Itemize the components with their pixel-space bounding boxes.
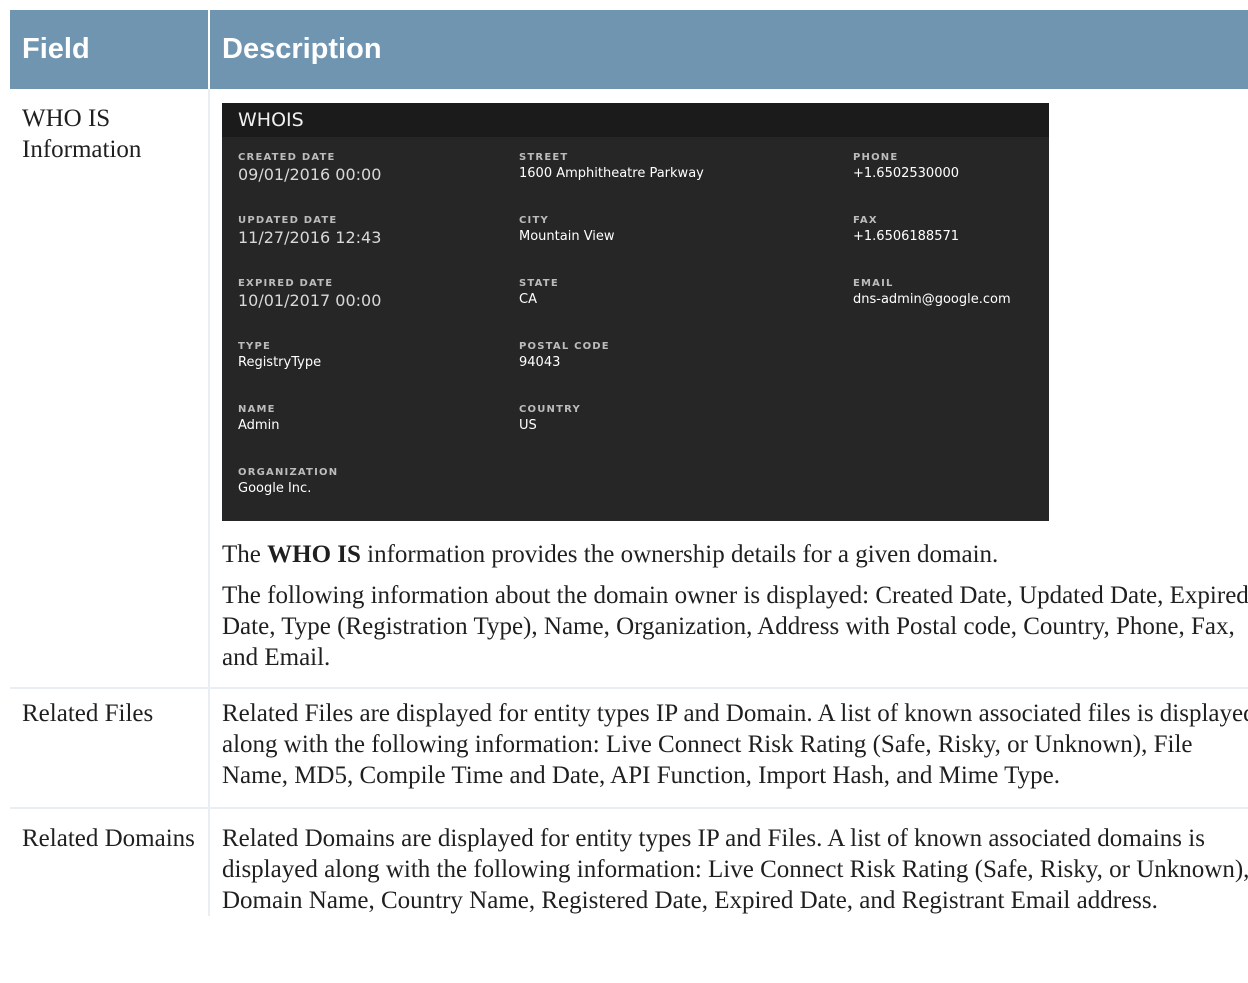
whois-label: CITY: [519, 215, 549, 226]
whois-item: TYPE RegistryType: [238, 340, 381, 403]
whois-item: EXPIRED DATE 10/01/2017 00:00: [238, 277, 381, 340]
whois-item: ORGANIZATION Google Inc.: [238, 466, 381, 529]
description-related-files: Related Files are displayed for entity t…: [209, 687, 1248, 808]
whois-value: 11/27/2016 12:43: [238, 228, 382, 247]
whois-value: US: [519, 418, 537, 433]
whois-label: EMAIL: [853, 278, 894, 289]
table-row-related-files: Related Files Related Files are displaye…: [10, 687, 1248, 808]
whois-item: EMAIL dns-admin@google.com: [853, 277, 1011, 340]
whois-item: PHONE +1.6502530000: [853, 151, 1011, 214]
whois-label: STREET: [519, 152, 569, 163]
header-description: Description: [209, 10, 1248, 89]
whois-value: 10/01/2017 00:00: [238, 291, 382, 310]
whois-value: RegistryType: [238, 355, 322, 370]
header-field: Field: [10, 10, 210, 89]
whois-details-paragraph: The following information about the doma…: [222, 582, 1248, 671]
whois-label: UPDATED DATE: [238, 215, 338, 226]
whois-item: UPDATED DATE 11/27/2016 12:43: [238, 214, 381, 277]
whois-item: CREATED DATE 09/01/2016 00:00: [238, 151, 381, 214]
whois-label: FAX: [853, 215, 878, 226]
whois-item: CITY Mountain View: [519, 214, 704, 277]
whois-item: NAME Admin: [238, 403, 381, 466]
whois-summary-end: information provides the ownership detai…: [360, 541, 999, 568]
description-whois: WHOIS CREATED DATE 09/01/2016 00:00 UPDA…: [209, 89, 1248, 688]
whois-value: 1600 Amphitheatre Parkway: [519, 166, 704, 181]
whois-value: 09/01/2016 00:00: [238, 165, 382, 184]
whois-panel-grid: CREATED DATE 09/01/2016 00:00 UPDATED DA…: [222, 137, 1049, 521]
field-related-files: Related Files: [10, 687, 210, 808]
description-related-domains: Related Domains are displayed for entity…: [209, 807, 1248, 916]
whois-item: FAX +1.6506188571: [853, 214, 1011, 277]
whois-value: dns-admin@google.com: [853, 292, 1011, 307]
whois-value: 94043: [519, 355, 561, 370]
whois-value: +1.6506188571: [853, 229, 960, 244]
whois-summary-start: The: [222, 541, 268, 568]
table-header-row: Field Description: [10, 10, 1248, 89]
whois-label: NAME: [238, 404, 276, 415]
whois-summary-paragraph: The WHO IS information provides the owne…: [222, 539, 1248, 570]
whois-value: CA: [519, 292, 537, 307]
whois-item: STREET 1600 Amphitheatre Parkway: [519, 151, 704, 214]
whois-label: POSTAL CODE: [519, 341, 610, 352]
whois-value: +1.6502530000: [853, 166, 960, 181]
whois-label: CREATED DATE: [238, 152, 336, 163]
whois-value: Google Inc.: [238, 481, 312, 496]
whois-column-contact: PHONE +1.6502530000 FAX +1.6506188571 EM…: [853, 151, 1011, 340]
whois-label: ORGANIZATION: [238, 467, 339, 478]
whois-label: COUNTRY: [519, 404, 581, 415]
whois-item: STATE CA: [519, 277, 704, 340]
whois-item: POSTAL CODE 94043: [519, 340, 704, 403]
whois-label: STATE: [519, 278, 559, 289]
whois-value: Mountain View: [519, 229, 615, 244]
whois-item: COUNTRY US: [519, 403, 704, 466]
whois-column-address: STREET 1600 Amphitheatre Parkway CITY Mo…: [519, 151, 704, 466]
whois-summary-bold: WHO IS: [267, 541, 361, 568]
whois-panel-title: WHOIS: [222, 103, 1049, 137]
whois-label: PHONE: [853, 152, 899, 163]
table-row-related-domains: Related Domains Related Domains are disp…: [10, 807, 1248, 916]
table-row-whois: WHO IS Information WHOIS CREATED DATE 09…: [10, 89, 1248, 688]
whois-label: TYPE: [238, 341, 272, 352]
field-related-domains: Related Domains: [10, 807, 210, 916]
field-whois: WHO IS Information: [10, 89, 210, 688]
whois-value: Admin: [238, 418, 280, 433]
field-description-table: Field Description WHO IS Information WHO…: [10, 10, 1248, 916]
whois-panel: WHOIS CREATED DATE 09/01/2016 00:00 UPDA…: [222, 103, 1049, 521]
whois-label: EXPIRED DATE: [238, 278, 334, 289]
whois-column-dates: CREATED DATE 09/01/2016 00:00 UPDATED DA…: [238, 151, 381, 529]
